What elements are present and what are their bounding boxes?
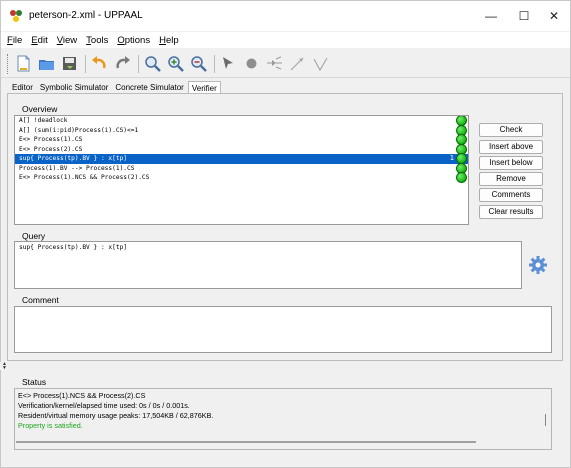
- title-bar: peterson-2.xml - UPPAAL — ☐ ✕: [1, 1, 570, 31]
- toolbar: [1, 50, 570, 78]
- insert-above-button[interactable]: Insert above: [479, 140, 543, 154]
- clear-results-button[interactable]: Clear results: [479, 205, 543, 219]
- open-icon[interactable]: [37, 54, 56, 73]
- query-text: E<> Process(2).CS: [19, 145, 83, 153]
- menu-tools[interactable]: Tools: [86, 35, 108, 46]
- uppaal-app-icon: [10, 10, 22, 22]
- status-line: Resident/virtual memory usage peaks: 17,…: [18, 411, 214, 420]
- query-options-button[interactable]: [527, 254, 549, 276]
- splitter-arrows-icon[interactable]: ▲ ▼: [2, 362, 7, 371]
- query-row[interactable]: Process(1).BV --> Process(1).CS: [15, 162, 468, 174]
- menu-options[interactable]: Options: [117, 35, 150, 46]
- query-text: E<> Process(1).CS: [19, 136, 83, 143]
- query-label: Query: [22, 231, 46, 241]
- menu-bar: File Edit View Tools Options Help: [1, 32, 570, 48]
- check-button[interactable]: Check: [479, 123, 543, 137]
- close-button[interactable]: ✕: [534, 1, 571, 31]
- zoom-in-icon[interactable]: [166, 54, 185, 73]
- toolbar-grip[interactable]: [7, 53, 10, 74]
- query-row[interactable]: A[] !deadlock: [15, 116, 468, 126]
- tab-strip: Editor Symbolic Simulator Concrete Simul…: [1, 80, 570, 94]
- undo-icon[interactable]: [90, 54, 109, 73]
- satisfied-status-icon: [456, 172, 467, 183]
- gear-icon: [529, 256, 547, 274]
- query-row[interactable]: A[] (sum(i:pid)Process(i).CS)<=1: [15, 124, 468, 136]
- menu-edit[interactable]: Edit: [31, 35, 47, 46]
- select-icon[interactable]: [219, 54, 238, 73]
- query-text: A[] (sum(i:pid)Process(i).CS)<=1: [19, 126, 139, 134]
- comment-textarea[interactable]: [14, 306, 552, 353]
- nail-icon[interactable]: [311, 54, 330, 73]
- redo-icon[interactable]: [113, 54, 132, 73]
- toolbar-separator: [85, 54, 86, 73]
- status-horizontal-scrollbar[interactable]: [16, 441, 476, 443]
- comment-label: Comment: [22, 295, 59, 305]
- menu-file[interactable]: File: [7, 35, 22, 46]
- query-text: Process(1).BV --> Process(1).CS: [19, 164, 135, 172]
- toolbar-separator: [138, 54, 139, 73]
- zoom-out-icon[interactable]: [189, 54, 208, 73]
- query-text: A[] !deadlock: [19, 117, 68, 124]
- new-icon[interactable]: [14, 54, 33, 73]
- query-text: E<> Process(1).NCS && Process(2).CS: [19, 174, 150, 181]
- overview-query-list[interactable]: A[] !deadlock A[] (sum(i:pid)Process(i).…: [14, 115, 469, 225]
- query-row-selected[interactable]: sup{ Process(tp).BV } : x[tp] 1: [15, 153, 468, 164]
- remove-button[interactable]: Remove: [479, 172, 543, 186]
- query-text: sup{ Process(tp).BV } : x[tp]: [19, 155, 128, 162]
- menu-view[interactable]: View: [57, 35, 77, 46]
- query-row[interactable]: E<> Process(1).CS: [15, 134, 468, 145]
- query-result-count: 1: [449, 154, 454, 162]
- zoom-fit-icon[interactable]: [143, 54, 162, 73]
- toolbar-separator: [214, 54, 215, 73]
- location-icon[interactable]: [242, 54, 261, 73]
- comments-button[interactable]: Comments: [479, 188, 543, 202]
- query-row[interactable]: E<> Process(2).CS: [15, 143, 468, 155]
- window-title: peterson-2.xml - UPPAAL: [29, 10, 143, 21]
- status-label: Status: [22, 377, 47, 387]
- edge-icon[interactable]: [288, 54, 307, 73]
- panel-splitter[interactable]: ▲ ▼: [0, 362, 569, 371]
- overview-label: Overview: [22, 104, 58, 114]
- status-result: Property is satisfied.: [18, 421, 83, 430]
- status-vertical-scrollbar[interactable]: [545, 414, 546, 426]
- save-icon[interactable]: [60, 54, 79, 73]
- branch-icon[interactable]: [265, 54, 284, 73]
- query-row[interactable]: E<> Process(1).NCS && Process(2).CS: [15, 172, 468, 183]
- insert-below-button[interactable]: Insert below: [479, 156, 543, 170]
- menu-help[interactable]: Help: [159, 35, 179, 46]
- query-textarea[interactable]: sup{ Process(tp).BV } : x[tp]: [14, 241, 522, 289]
- status-line: Verification/kernel/elapsed time used: 0…: [18, 401, 190, 410]
- status-line: E<> Process(1).NCS && Process(2).CS: [18, 391, 146, 400]
